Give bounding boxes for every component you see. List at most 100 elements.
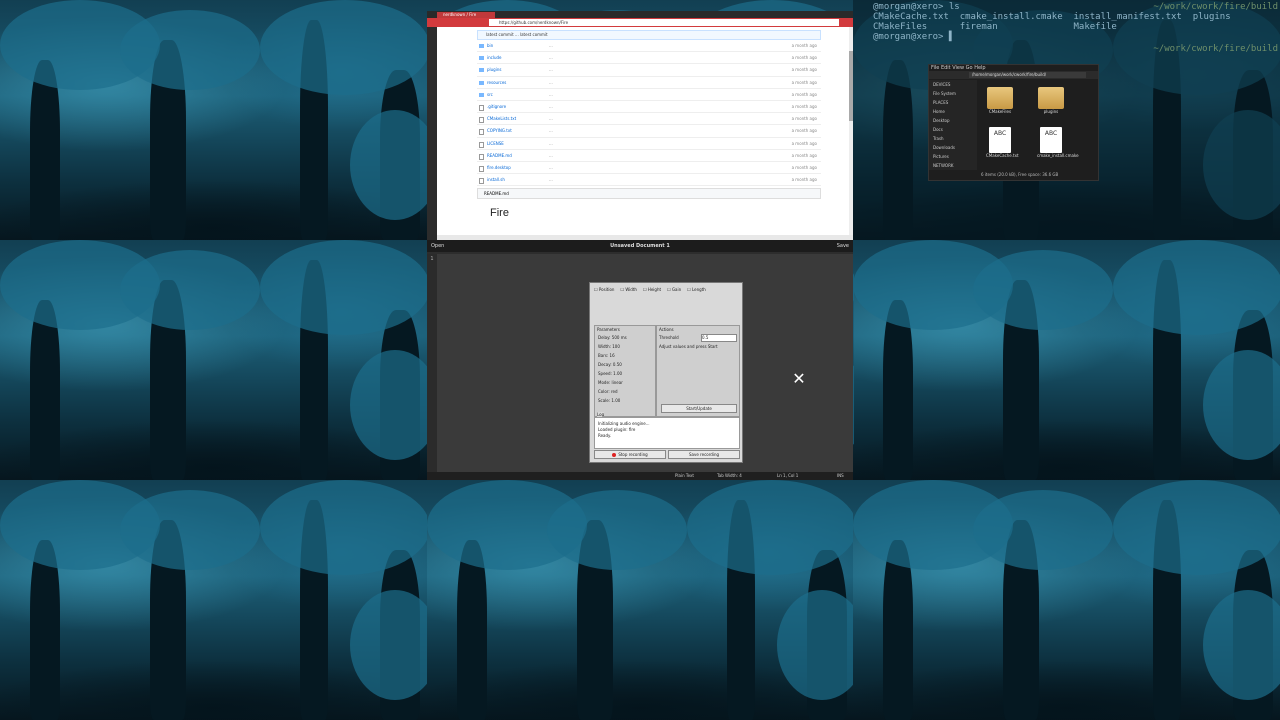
repo-row-message[interactable]: ... [549, 89, 553, 100]
repo-row[interactable]: src ... a month ago [477, 89, 821, 101]
repo-row-message[interactable]: ... [549, 40, 553, 51]
repo-row-name[interactable]: CMakeLists.txt [487, 113, 516, 124]
sidebar-item[interactable]: Pictures [929, 152, 977, 161]
repo-row-name[interactable]: LICENSE [487, 138, 504, 149]
file-manager-status: 6 items (20.0 kB), Free space: 36.6 GB [981, 172, 1059, 177]
editor-status-item[interactable]: Plain Text [675, 472, 694, 480]
repo-row-name[interactable]: .gitignore [487, 101, 506, 112]
sidebar-item[interactable]: Desktop [929, 116, 977, 125]
dialog-options-row[interactable]: ☐ Position ☐ Width ☐ Height ☐ Gain ☐ Length [594, 287, 712, 292]
foliage [260, 0, 427, 95]
workspace-1[interactable] [0, 0, 427, 240]
repo-row-name[interactable]: install.sh [487, 174, 505, 185]
address-bar[interactable]: https://github.com/nerdknown/Fire [489, 19, 839, 26]
repo-row-message[interactable]: ... [549, 77, 553, 88]
repo-row[interactable]: include ... a month ago [477, 52, 821, 65]
workspace-9[interactable] [853, 480, 1280, 720]
repo-row-name[interactable]: bin [487, 40, 493, 51]
parameter-item: Delay: 500 ms [598, 335, 627, 340]
repo-row-message[interactable]: ... [549, 162, 553, 173]
repo-row-name[interactable]: plugins [487, 64, 501, 75]
folder-icon [479, 44, 484, 48]
dialog-option[interactable]: ☐ Gain [667, 287, 681, 292]
sidebar-item[interactable]: Docs [929, 125, 977, 134]
repo-row-message[interactable]: ... [549, 101, 553, 112]
file-item[interactable]: CMakeFiles [986, 87, 1014, 114]
editor-titlebar: Open Unsaved Document 1 Save [427, 240, 853, 252]
repo-row-message[interactable]: ... [549, 150, 553, 161]
repo-row-message[interactable]: ... [549, 174, 553, 185]
dialog-option-label: Width [625, 287, 637, 292]
repo-row-message[interactable]: ... [549, 52, 553, 63]
file-item[interactable]: ABC CMakeCache.txt [986, 127, 1019, 158]
repo-row-message[interactable]: ... [549, 64, 553, 75]
repo-row-name[interactable]: src [487, 89, 493, 100]
repo-row[interactable]: .gitignore ... a month ago [477, 101, 821, 114]
log-area[interactable]: Log Initializing audio engine... Loaded p… [594, 412, 740, 449]
repo-row[interactable]: plugins ... a month ago [477, 64, 821, 77]
threshold-input[interactable]: 0.5 [701, 334, 737, 342]
log-line: Initializing audio engine... [598, 421, 650, 426]
sidebar-item[interactable]: File System [929, 89, 977, 98]
text-file-icon: ABC [1040, 127, 1062, 153]
stop-recording-button[interactable]: Stop recording [594, 450, 666, 459]
file-item-label: CMakeCache.txt [986, 153, 1019, 158]
record-icon [612, 453, 617, 457]
repo-row-name[interactable]: include [487, 52, 502, 63]
start-update-button[interactable]: Start/Update [661, 404, 737, 413]
terminal-line: CMakeCache.txt cmake_install.cmake insta… [873, 12, 1231, 22]
repo-row[interactable]: COPYING.txt ... a month ago [477, 125, 821, 138]
parameter-item: Speed: 1.00 [598, 371, 623, 376]
foliage [1203, 350, 1280, 460]
workspace-7[interactable] [0, 480, 427, 720]
dialog-option[interactable]: ☐ Width [620, 287, 637, 292]
close-icon[interactable]: ✕ [791, 371, 807, 387]
workspace-4[interactable] [0, 240, 427, 480]
repo-row-name[interactable]: COPYING.txt [487, 125, 512, 136]
repo-row[interactable]: install.sh ... a month ago [477, 174, 821, 187]
repo-row[interactable]: CMakeLists.txt ... a month ago [477, 113, 821, 126]
file-manager-window[interactable]: File Edit View Go Help /home/morgan/work… [928, 64, 1099, 181]
line-numbers: 1 [427, 254, 437, 472]
app-dialog[interactable]: ☐ Position ☐ Width ☐ Height ☐ Gain ☐ Length … [589, 282, 743, 463]
terminal-line: @morgan@xero> ▌ [873, 32, 955, 42]
sidebar-item[interactable]: Trash [929, 134, 977, 143]
repo-row[interactable]: README.md ... a month ago [477, 150, 821, 162]
repo-row-name[interactable]: resources [487, 77, 506, 88]
save-button[interactable]: Save [837, 240, 849, 252]
repo-row-message[interactable]: ... [549, 125, 553, 136]
repo-file-list: latest commit ... latest commit bin ... … [477, 30, 821, 200]
repo-row[interactable]: fire.desktop ... a month ago [477, 162, 821, 175]
folder-icon [1038, 87, 1064, 109]
repo-row-message[interactable]: ... [549, 138, 553, 149]
sidebar-item[interactable]: Downloads [929, 143, 977, 152]
dialog-option[interactable]: ☐ Position [594, 287, 614, 292]
repo-row-age: a month ago [791, 164, 817, 170]
log-line: Ready. [598, 433, 612, 438]
repo-row[interactable]: resources ... a month ago [477, 77, 821, 89]
editor-status-item[interactable]: Tab Width: 4 [717, 472, 742, 480]
repo-row-message[interactable]: ... [549, 113, 553, 124]
workspace-6[interactable] [853, 240, 1280, 480]
file-manager-path[interactable]: /home/morgan/work/cwork/fire/build/ [969, 72, 1086, 78]
dialog-option-label: Length [692, 287, 706, 292]
file-item[interactable]: ABC cmake_install.cmake [1037, 127, 1079, 158]
file-icon [479, 153, 484, 160]
save-recording-button[interactable]: Save recording [668, 450, 740, 459]
workspace-8[interactable] [427, 480, 854, 720]
repo-row-name[interactable]: README.md [487, 150, 512, 161]
repo-row-name[interactable]: fire.desktop [487, 162, 511, 173]
repo-row[interactable]: LICENSE ... a month ago [477, 138, 821, 150]
parameter-item: Mode: linear [598, 380, 623, 385]
dialog-option[interactable]: ☐ Length [687, 287, 706, 292]
file-item[interactable]: plugins [1037, 87, 1065, 114]
folder-icon [479, 68, 484, 73]
browser-window[interactable]: nerdknown / Fire https://github.com/nerd… [427, 11, 853, 240]
repo-row-age: a month ago [791, 91, 817, 97]
file-icon [479, 178, 484, 185]
dialog-option[interactable]: ☐ Height [643, 287, 661, 292]
sidebar-item[interactable]: Home [929, 107, 977, 116]
repo-row[interactable]: bin ... a month ago [477, 40, 821, 53]
parameter-item: Decay: 0.50 [598, 362, 622, 367]
dialog-option-label: Height [647, 287, 662, 292]
